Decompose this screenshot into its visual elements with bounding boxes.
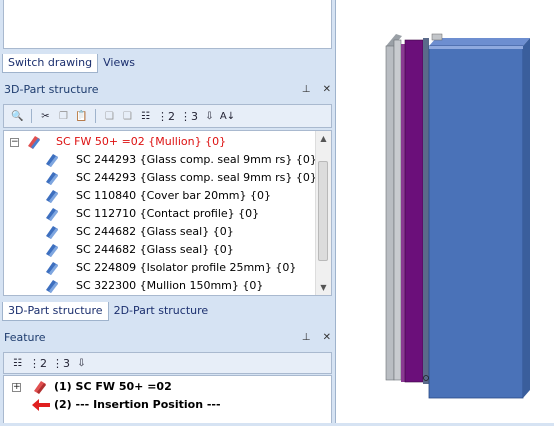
3d-viewport[interactable] (335, 0, 554, 423)
tab-3d-part-structure[interactable]: 3D-Part structure (2, 302, 109, 321)
feature-title: Feature (4, 331, 46, 344)
contact-profile (423, 38, 429, 384)
purple-seal (404, 39, 424, 383)
pin-icon[interactable]: ⊥ (302, 84, 311, 95)
tree-root-label: SC FW 50+ =02 {Mullion} {0} (56, 135, 227, 148)
close-icon[interactable]: ✕ (323, 332, 331, 343)
top-tab-bar: Switch drawing Views (2, 54, 140, 74)
cover-top-face (429, 38, 530, 46)
feature-toolbar: ☷ ⋮ 2 ⋮ 3 ⇩ (3, 352, 332, 374)
scroll-down-icon[interactable]: ▼ (316, 280, 331, 295)
part-icon (46, 244, 58, 257)
sort-down-icon[interactable]: ⇩ (74, 356, 89, 371)
tree-item-label: SC 244682 {Glass seal} {0} (76, 225, 234, 238)
sort-2-button[interactable]: ⋮ 2 (156, 109, 176, 124)
tree-item-label: SC 110840 {Cover bar 20mm} {0} (76, 189, 272, 202)
part-icon (46, 226, 58, 239)
tree-item-label: SC 244293 {Glass comp. seal 9mm rs} {0} (76, 153, 317, 166)
top-clip (431, 33, 443, 41)
part-icon (46, 262, 58, 275)
part-toolbar: 🔍 ✂ ❐ 📋 ❏ ❑ ☷ ⋮ 2 ⋮ 3 ⇩ A↓ (3, 104, 332, 128)
scroll-thumb[interactable] (318, 161, 328, 261)
collapse-toggle[interactable]: − (10, 138, 19, 147)
assembly-icon (34, 381, 46, 394)
cover-highlight (429, 46, 523, 49)
part-tree[interactable]: − SC FW 50+ =02 {Mullion} {0} SC 244293 … (3, 130, 332, 296)
tree-item-label: SC 322300 {Mullion 150mm} {0} (76, 279, 264, 292)
insertion-arrow-icon (32, 399, 50, 411)
expand-toggle[interactable]: + (12, 383, 21, 392)
feature-item-label: (2) --- Insertion Position --- (54, 398, 221, 411)
toolbar-separator (31, 109, 32, 123)
sort-list-icon[interactable]: ☷ (10, 356, 25, 371)
part-icon (46, 208, 58, 221)
drawing-list-area[interactable] (3, 0, 332, 49)
sort-list-icon[interactable]: ☷ (138, 109, 153, 124)
cover-side-face (523, 38, 530, 398)
sort-down-icon[interactable]: ⇩ (202, 109, 217, 124)
seal-strip (401, 44, 405, 382)
tree-scrollbar[interactable]: ▲ ▼ (315, 131, 331, 295)
copy-structure-icon[interactable]: ❏ (102, 109, 117, 124)
tree-item-label: SC 244682 {Glass seal} {0} (76, 243, 234, 256)
part-structure-header: 3D-Part structure ⊥ ✕ (0, 81, 335, 99)
scroll-up-icon[interactable]: ▲ (316, 131, 331, 146)
toolbar-separator (95, 109, 96, 123)
paste-icon[interactable]: 📋 (74, 109, 89, 124)
feature-item-label: (1) SC FW 50+ =02 (54, 380, 172, 393)
part-icon (46, 172, 58, 185)
close-icon[interactable]: ✕ (323, 84, 331, 95)
tab-switch-drawing[interactable]: Switch drawing (2, 54, 99, 73)
copy-icon[interactable]: ❐ (56, 109, 71, 124)
sort-3-button[interactable]: ⋮ 3 (51, 356, 71, 371)
feature-list[interactable]: + (1) SC FW 50+ =02 (2) --- Insertion Po… (3, 375, 332, 423)
mullion-gray-profile (385, 45, 395, 381)
tree-item-label: SC 112710 {Contact profile} {0} (76, 207, 260, 220)
tree-item-label: SC 244293 {Glass comp. seal 9mm rs} {0} (76, 171, 317, 184)
sort-az-icon[interactable]: A↓ (220, 109, 235, 124)
tab-2d-part-structure[interactable]: 2D-Part structure (109, 302, 214, 320)
tree-item-label: SC 224809 {Isolator profile 25mm} {0} (76, 261, 297, 274)
part-icon (46, 280, 58, 293)
part-icon (46, 154, 58, 167)
cover-bar-front (428, 45, 524, 399)
preview-icon[interactable]: 🔍 (10, 109, 25, 124)
sort-2-button[interactable]: ⋮ 2 (28, 356, 48, 371)
tab-views[interactable]: Views (98, 54, 140, 72)
sort-3-button[interactable]: ⋮ 3 (179, 109, 199, 124)
paste-structure-icon[interactable]: ❑ (120, 109, 135, 124)
cut-icon[interactable]: ✂ (38, 109, 53, 124)
part-tab-bar: 3D-Part structure 2D-Part structure (2, 302, 213, 322)
feature-header: Feature ⊥ ✕ (0, 329, 335, 347)
left-pane: Switch drawing Views 3D-Part structure ⊥… (0, 0, 335, 423)
assembly-icon (28, 136, 40, 149)
part-structure-title: 3D-Part structure (4, 83, 99, 96)
mullion-3d-model (385, 33, 530, 399)
mullion-inner-profile (393, 39, 402, 381)
pin-icon[interactable]: ⊥ (302, 332, 311, 343)
part-icon (46, 190, 58, 203)
